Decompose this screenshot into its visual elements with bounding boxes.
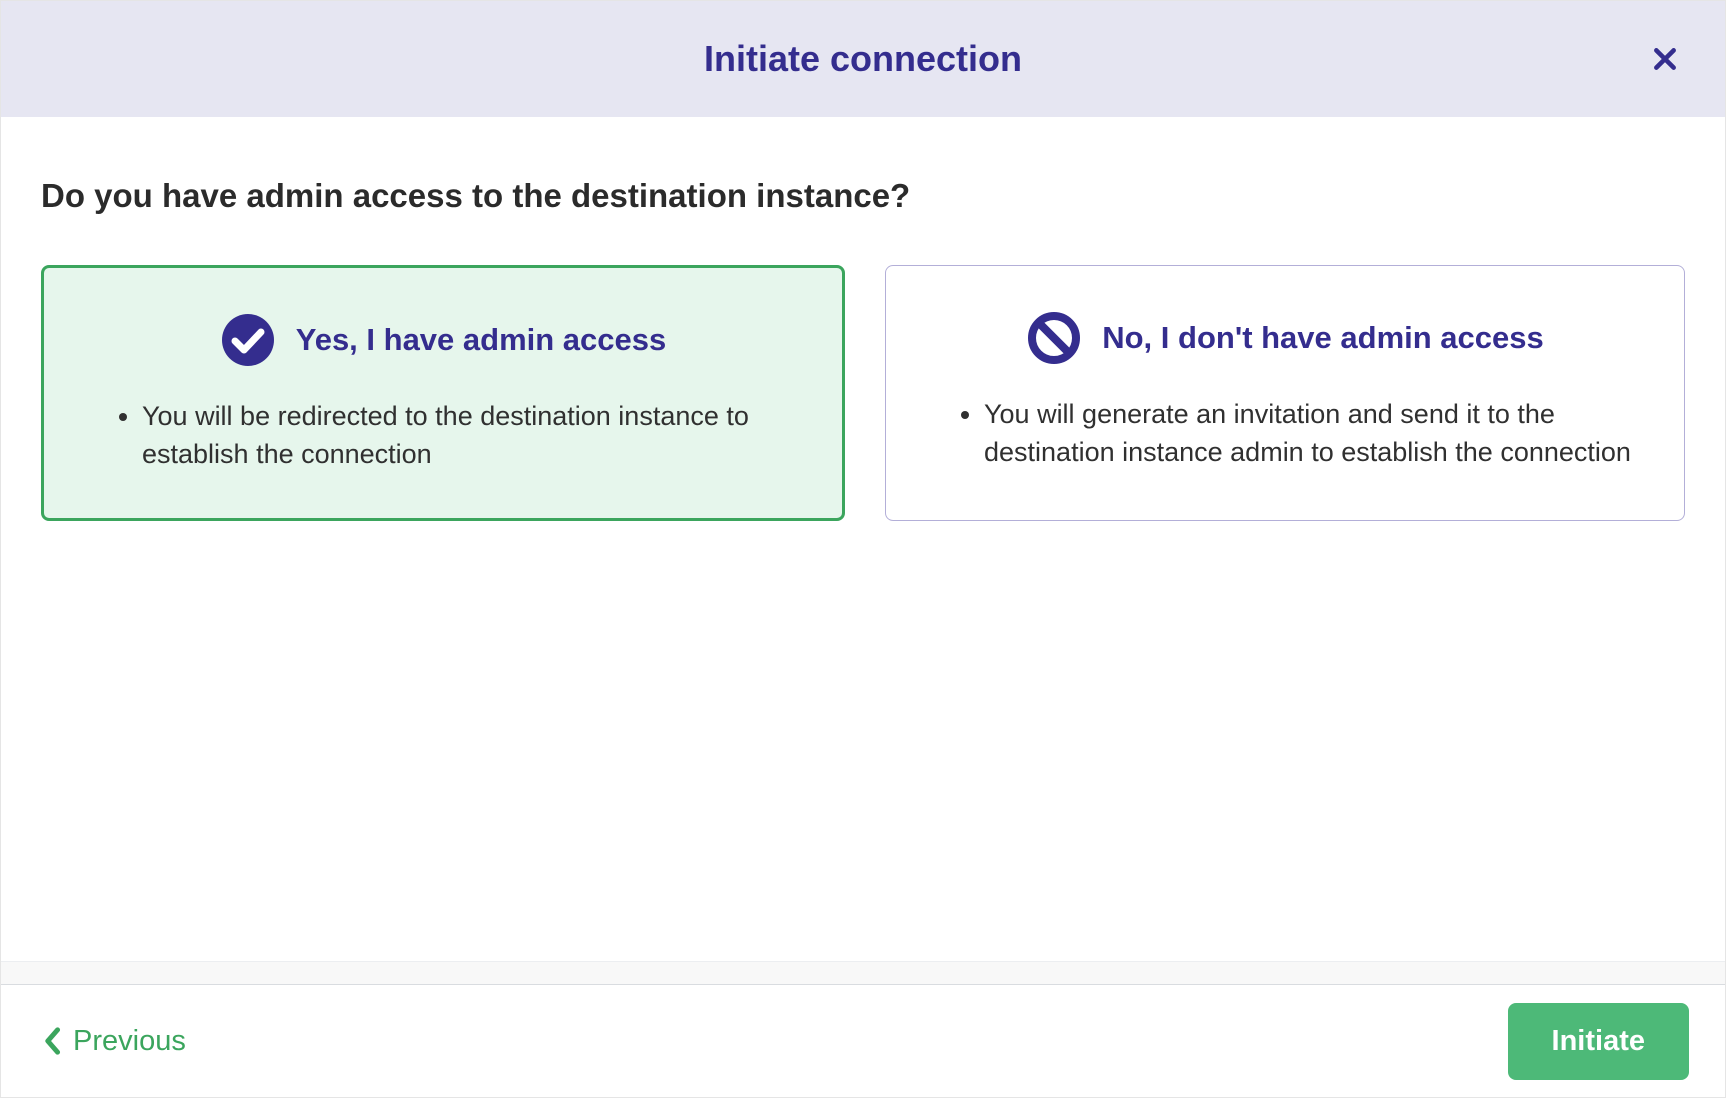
close-icon: [1652, 46, 1678, 72]
check-circle-icon: [220, 312, 276, 368]
option-card-no-head: No, I don't have admin access: [926, 310, 1644, 366]
initiate-connection-dialog: Initiate connection Do you have admin ac…: [0, 0, 1726, 1098]
option-yes-title: Yes, I have admin access: [296, 322, 667, 358]
dialog-footer: Previous Initiate: [1, 985, 1725, 1097]
chevron-left-icon: [43, 1027, 61, 1055]
question-heading: Do you have admin access to the destinat…: [41, 177, 1685, 215]
option-no-title: No, I don't have admin access: [1102, 320, 1544, 356]
dialog-title: Initiate connection: [704, 38, 1022, 80]
previous-button[interactable]: Previous: [37, 1015, 192, 1068]
option-no-bullet: You will generate an invitation and send…: [984, 396, 1644, 472]
option-card-no[interactable]: No, I don't have admin access You will g…: [885, 265, 1685, 521]
dialog-body: Do you have admin access to the destinat…: [1, 117, 1725, 961]
option-yes-bullet: You will be redirected to the destinatio…: [142, 398, 802, 474]
option-no-bullets: You will generate an invitation and send…: [926, 396, 1644, 472]
initiate-button[interactable]: Initiate: [1508, 1003, 1689, 1080]
footer-separator: [1, 961, 1725, 985]
close-button[interactable]: [1645, 39, 1685, 79]
prohibit-icon: [1026, 310, 1082, 366]
option-card-yes[interactable]: Yes, I have admin access You will be red…: [41, 265, 845, 521]
option-card-yes-head: Yes, I have admin access: [84, 312, 802, 368]
previous-label: Previous: [73, 1025, 186, 1058]
option-yes-bullets: You will be redirected to the destinatio…: [84, 398, 802, 474]
option-cards: Yes, I have admin access You will be red…: [41, 265, 1685, 521]
dialog-header: Initiate connection: [1, 1, 1725, 117]
